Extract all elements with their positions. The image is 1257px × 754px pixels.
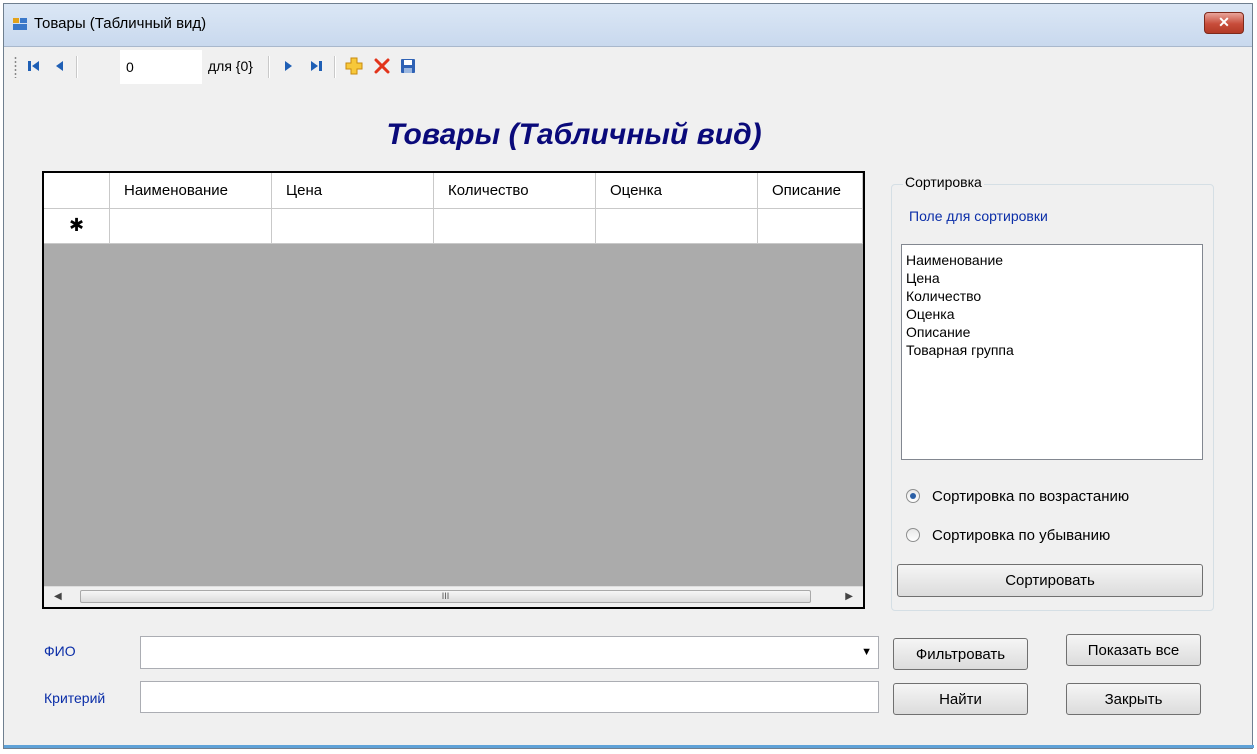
column-header[interactable]: Описание <box>758 173 863 209</box>
grid-header: Наименование Цена Количество Оценка Опис… <box>44 173 863 209</box>
criteria-input[interactable] <box>140 681 879 713</box>
count-label: для {0} <box>208 58 253 74</box>
list-item[interactable]: Оценка <box>906 305 1198 323</box>
filter-button[interactable]: Фильтровать <box>893 638 1028 670</box>
chevron-down-icon[interactable]: ▼ <box>861 646 872 658</box>
list-item[interactable]: Наименование <box>906 251 1198 269</box>
criteria-label: Критерий <box>44 690 106 706</box>
column-header[interactable]: Оценка <box>596 173 758 209</box>
window-title: Товары (Табличный вид) <box>34 15 207 32</box>
move-last-icon[interactable] <box>304 54 328 78</box>
find-button[interactable]: Найти <box>893 683 1028 715</box>
move-next-icon[interactable] <box>276 54 300 78</box>
radio-checked-icon[interactable] <box>906 489 920 503</box>
data-grid[interactable]: Наименование Цена Количество Оценка Опис… <box>42 171 865 609</box>
sort-group-title: Сортировка <box>903 174 984 190</box>
list-item[interactable]: Количество <box>906 287 1198 305</box>
form-title: Товары (Табличный вид) <box>386 118 762 151</box>
show-all-button[interactable]: Показать все <box>1066 634 1201 666</box>
table-cell[interactable] <box>110 209 272 243</box>
row-header-corner <box>44 173 110 209</box>
column-header[interactable]: Количество <box>434 173 596 209</box>
form-window: Товары (Табличный вид) ✕ для {0} То <box>3 3 1254 749</box>
column-header[interactable]: Наименование <box>110 173 272 209</box>
toolbar-grip-icon[interactable] <box>14 56 17 78</box>
scroll-left-icon[interactable]: ◀ <box>54 591 62 602</box>
position-input[interactable] <box>120 50 202 84</box>
list-item[interactable]: Товарная группа <box>906 341 1198 359</box>
move-previous-icon[interactable] <box>48 54 72 78</box>
save-icon[interactable] <box>396 54 420 78</box>
sort-button[interactable]: Сортировать <box>897 564 1203 597</box>
table-row-new[interactable]: ✱ <box>44 209 863 244</box>
fio-label: ФИО <box>44 643 76 659</box>
close-button[interactable]: Закрыть <box>1066 683 1201 715</box>
move-first-icon[interactable] <box>22 54 46 78</box>
binding-navigator: для {0} <box>12 48 1242 88</box>
list-item[interactable]: Цена <box>906 269 1198 287</box>
horizontal-scrollbar[interactable]: ◀ III ▶ <box>44 586 863 607</box>
title-bar[interactable]: Товары (Табличный вид) ✕ <box>4 4 1252 47</box>
window-bottom-border <box>4 745 1254 748</box>
scroll-right-icon[interactable]: ▶ <box>845 591 853 602</box>
sort-descending-radio[interactable]: Сортировка по убыванию <box>906 524 1206 546</box>
sort-ascending-label: Сортировка по возрастанию <box>932 487 1130 505</box>
delete-icon[interactable] <box>370 54 394 78</box>
sort-field-label: Поле для сортировки <box>909 208 1048 224</box>
column-header[interactable]: Цена <box>272 173 434 209</box>
table-cell[interactable] <box>758 209 863 243</box>
sort-ascending-radio[interactable]: Сортировка по возрастанию <box>906 485 1206 507</box>
radio-unchecked-icon[interactable] <box>906 528 920 542</box>
add-new-icon[interactable] <box>342 54 366 78</box>
new-row-marker-icon[interactable]: ✱ <box>44 209 110 243</box>
sort-field-list[interactable]: Наименование Цена Количество Оценка Опис… <box>901 244 1203 460</box>
table-cell[interactable] <box>272 209 434 243</box>
list-item[interactable]: Описание <box>906 323 1198 341</box>
form-icon <box>13 18 27 30</box>
table-cell[interactable] <box>596 209 758 243</box>
scroll-thumb[interactable]: III <box>80 590 811 603</box>
table-cell[interactable] <box>434 209 596 243</box>
close-window-button[interactable]: ✕ <box>1204 12 1244 34</box>
fio-combobox[interactable]: ▼ <box>140 636 879 669</box>
sort-descending-label: Сортировка по убыванию <box>932 526 1111 544</box>
